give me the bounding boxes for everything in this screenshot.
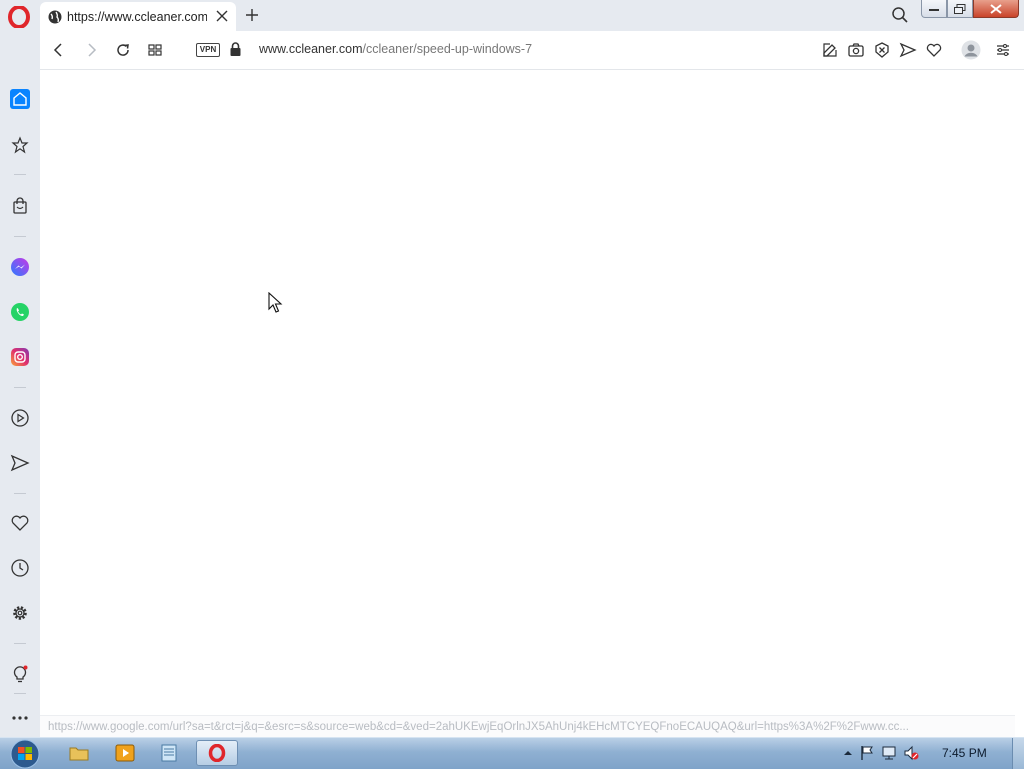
- sidebar-divider: [14, 387, 26, 388]
- minimize-button[interactable]: [921, 0, 947, 18]
- forward-icon[interactable]: [82, 41, 100, 59]
- folder-icon: [69, 747, 89, 761]
- star-icon: [11, 136, 29, 154]
- lightbulb-icon[interactable]: [10, 664, 30, 684]
- easy-setup-edit-icon[interactable]: [821, 41, 839, 59]
- opera-taskbar-icon: [208, 744, 226, 762]
- home-icon[interactable]: [10, 89, 30, 109]
- close-window-icon: [990, 3, 1002, 14]
- sidebar-divider: [14, 693, 26, 694]
- browser-tab[interactable]: https://www.ccleaner.com/: [40, 2, 236, 31]
- snapshot-camera-icon[interactable]: [847, 41, 865, 59]
- tabs-grid-icon[interactable]: [146, 41, 164, 59]
- sidebar-divider: [14, 236, 26, 237]
- globe-icon: [48, 10, 62, 23]
- lock-icon[interactable]: [229, 42, 242, 57]
- page-content[interactable]: [40, 70, 1024, 737]
- send-flow-icon[interactable]: [899, 41, 917, 59]
- vpn-badge[interactable]: VPN: [196, 43, 220, 57]
- clock-icon: [11, 559, 29, 577]
- history-icon[interactable]: [10, 558, 30, 578]
- taskbar-notepad[interactable]: [150, 740, 188, 766]
- start-button-icon[interactable]: [6, 738, 44, 769]
- media-player-icon: [115, 744, 135, 762]
- instagram-icon[interactable]: [10, 347, 30, 367]
- network-icon[interactable]: [881, 745, 897, 761]
- show-desktop-button[interactable]: [1012, 738, 1024, 769]
- lightbulb-glyph-icon: [13, 665, 28, 683]
- tab-title: https://www.ccleaner.com/: [67, 9, 207, 24]
- home-glyph-icon: [13, 92, 27, 106]
- search-tabs-icon[interactable]: [891, 6, 909, 24]
- taskbar-opera[interactable]: [196, 740, 238, 766]
- mouse-cursor-icon: [268, 292, 283, 313]
- restore-button[interactable]: [947, 0, 973, 18]
- address-toolbar: VPN www.ccleaner.com/ccleaner/speed-up-w…: [40, 31, 1024, 70]
- action-center-flag-icon[interactable]: [859, 745, 875, 761]
- address-bar[interactable]: www.ccleaner.com/ccleaner/speed-up-windo…: [259, 42, 532, 56]
- new-tab-plus-icon[interactable]: [244, 7, 260, 23]
- more-icon[interactable]: [10, 708, 30, 728]
- instagram-glyph-icon: [11, 348, 29, 366]
- title-bar: https://www.ccleaner.com/: [0, 0, 1024, 31]
- url-path: /ccleaner/speed-up-windows-7: [362, 42, 533, 56]
- profile-avatar-icon[interactable]: [961, 40, 981, 60]
- close-window-button[interactable]: [973, 0, 1019, 18]
- whatsapp-icon[interactable]: [10, 302, 30, 322]
- opera-logo-icon[interactable]: [8, 6, 30, 28]
- back-icon[interactable]: [50, 41, 68, 59]
- sidebar: [0, 31, 40, 737]
- speed-dial-star-icon[interactable]: [10, 135, 30, 155]
- notepad-icon: [161, 744, 177, 762]
- messenger-icon[interactable]: [10, 257, 30, 277]
- easy-setup-sliders-icon[interactable]: [994, 41, 1012, 59]
- sidebar-divider: [14, 643, 26, 644]
- play-circle-icon: [11, 409, 29, 427]
- bookmark-heart-icon[interactable]: [925, 41, 943, 59]
- heart-icon[interactable]: [10, 513, 30, 533]
- ad-blocker-icon[interactable]: [873, 41, 891, 59]
- link-status-url: https://www.google.com/url?sa=t&rct=j&q=…: [40, 715, 1015, 737]
- taskbar-clock[interactable]: 7:45 PM: [942, 746, 987, 760]
- player-icon[interactable]: [10, 408, 30, 428]
- system-tray: [843, 745, 919, 761]
- messenger-glyph-icon: [11, 258, 29, 276]
- settings-icon[interactable]: [10, 603, 30, 623]
- heart-glyph-icon: [11, 515, 29, 531]
- sidebar-divider: [14, 493, 26, 494]
- close-tab-icon[interactable]: [216, 10, 228, 22]
- send-glyph-icon: [10, 454, 30, 472]
- gear-icon: [13, 606, 27, 620]
- sidebar-divider: [14, 174, 26, 175]
- restore-icon: [954, 3, 966, 14]
- taskbar-file-explorer[interactable]: [60, 740, 98, 766]
- reload-icon[interactable]: [114, 41, 132, 59]
- taskbar-media-player[interactable]: [106, 740, 144, 766]
- tray-expand-arrow-icon[interactable]: [843, 748, 853, 758]
- windows-taskbar: 7:45 PM: [0, 737, 1024, 769]
- volume-muted-icon[interactable]: [903, 745, 919, 761]
- shopping-bag-icon[interactable]: [10, 196, 30, 216]
- window-controls: [921, 0, 1019, 20]
- minimize-icon: [929, 8, 939, 11]
- bag-icon: [13, 197, 27, 214]
- send-icon[interactable]: [10, 453, 30, 473]
- whatsapp-glyph-icon: [11, 303, 29, 321]
- ellipsis-icon: [12, 716, 28, 720]
- url-host: www.ccleaner.com: [259, 42, 363, 56]
